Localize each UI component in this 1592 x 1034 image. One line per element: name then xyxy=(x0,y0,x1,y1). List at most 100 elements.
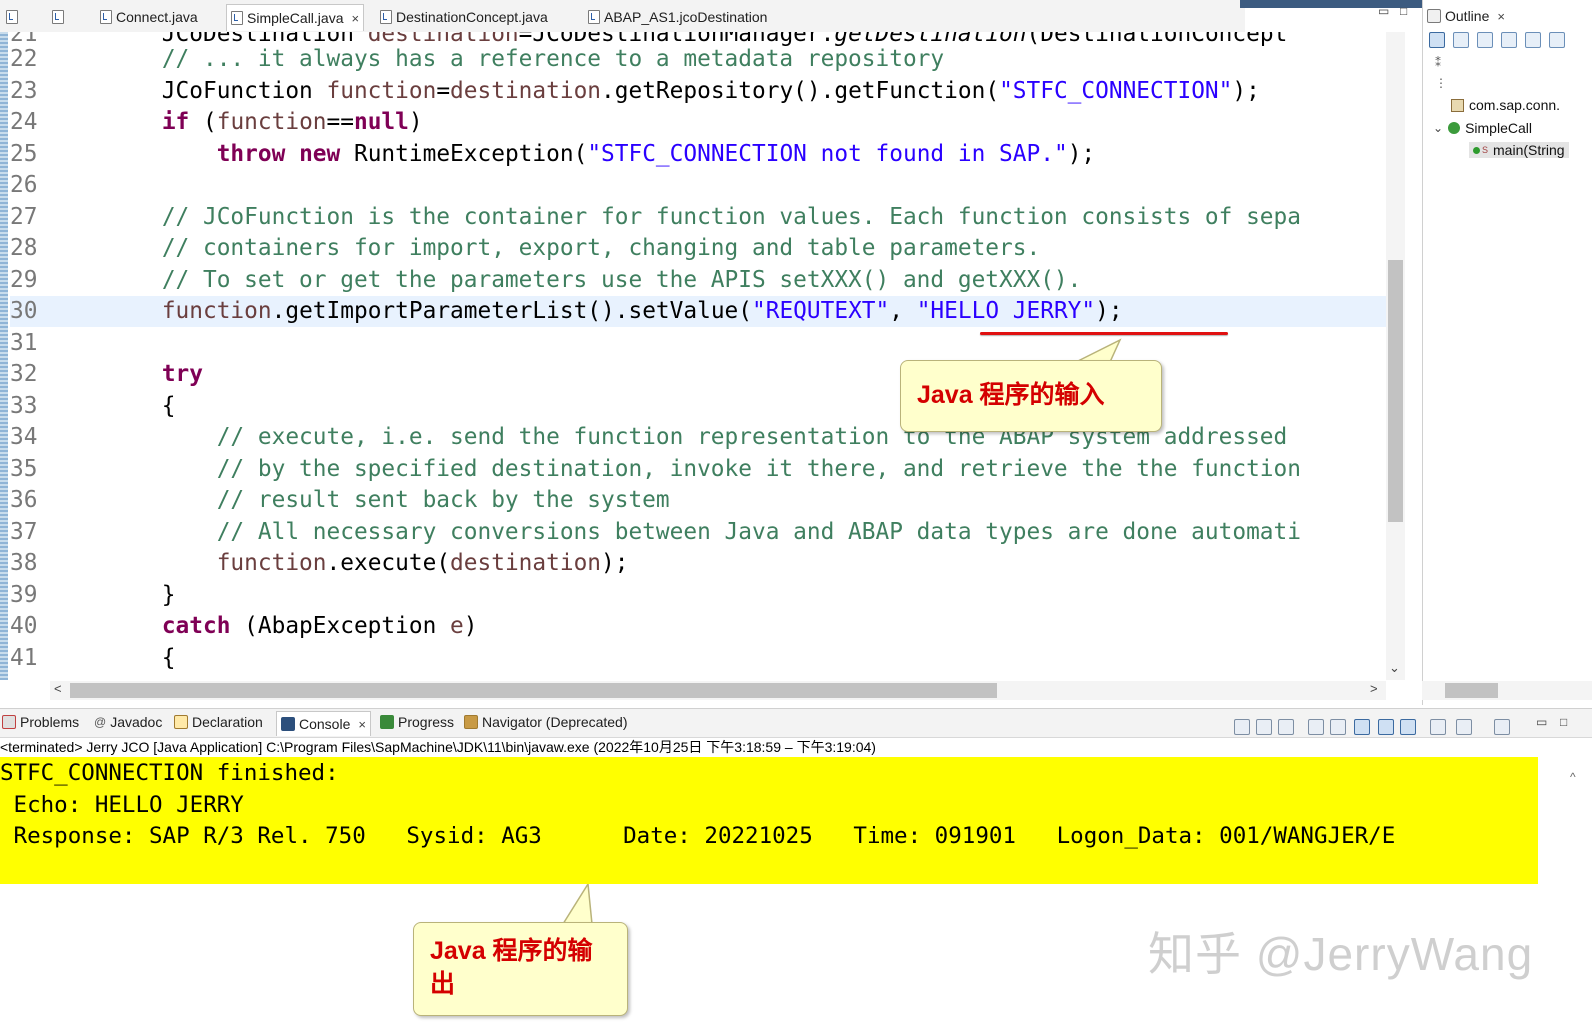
code-token: ); xyxy=(1067,140,1096,167)
code-token: ) xyxy=(408,109,423,135)
tab-navigator[interactable]: Navigator (Deprecated) xyxy=(464,714,628,730)
hide-static-icon[interactable] xyxy=(1525,32,1541,48)
close-icon[interactable]: × xyxy=(358,717,366,732)
line-number: 33 xyxy=(10,392,38,419)
scroll-left-arrow-icon[interactable]: < xyxy=(54,681,62,696)
code-line[interactable]: 28 // containers for import, export, cha… xyxy=(10,233,1390,264)
maximize-icon[interactable]: □ xyxy=(1400,4,1407,18)
scroll-right-arrow-icon[interactable]: > xyxy=(1370,681,1378,696)
remove-launch-icon[interactable] xyxy=(1256,719,1272,735)
tab-label: Connect.java xyxy=(116,9,198,25)
code-line[interactable]: 40 catch (AbapException e) xyxy=(10,611,1390,642)
clear-console-icon[interactable] xyxy=(1308,719,1324,735)
close-icon[interactable]: × xyxy=(351,11,359,26)
sort-by-visibility-icon[interactable] xyxy=(1477,32,1493,48)
destination-file-icon xyxy=(588,10,600,24)
line-number: 35 xyxy=(10,455,38,482)
display-selected-console-icon[interactable] xyxy=(1456,719,1472,735)
code-line[interactable]: 41 { xyxy=(10,643,1390,674)
code-token: .getImportParameterList().setValue( xyxy=(271,298,752,324)
scroll-lock-icon[interactable] xyxy=(1330,719,1346,735)
variable-token: function xyxy=(216,109,327,135)
outline-tab-label: Outline xyxy=(1445,8,1490,24)
code-token: RuntimeException( xyxy=(340,140,588,167)
link-with-editor-icon[interactable]: ⁑ xyxy=(1435,56,1441,70)
tab-declaration[interactable]: Declaration xyxy=(174,714,263,730)
maximize-icon[interactable]: □ xyxy=(1560,715,1567,729)
code-editor[interactable]: 21 JCoDestination destination=JCoDestina… xyxy=(0,32,1405,680)
tab-outline[interactable]: Outline × xyxy=(1427,4,1505,28)
code-line[interactable]: 32 try xyxy=(10,359,1390,390)
code-line[interactable]: 23 JCoFunction function=destination.getR… xyxy=(10,76,1390,107)
code-line[interactable]: 33 { xyxy=(10,391,1390,422)
tab-console[interactable]: Console × xyxy=(276,711,371,736)
hide-fields-icon[interactable] xyxy=(1501,32,1517,48)
line-number: 38 xyxy=(10,550,38,576)
tab-simplecall-java[interactable]: SimpleCall.java × xyxy=(226,4,365,31)
tab-unnamed-java[interactable] xyxy=(6,6,18,28)
code-line[interactable]: 29 // To set or get the parameters use t… xyxy=(10,265,1390,296)
outline-item-label: main(String xyxy=(1493,142,1565,158)
editor-horizontal-scroll-thumb[interactable] xyxy=(70,683,997,698)
comment-token: // by the specified destination, invoke … xyxy=(216,455,1301,482)
code-line[interactable]: 27 // JCoFunction is the container for f… xyxy=(10,202,1390,233)
tab-abap-destination[interactable]: ABAP_AS1.jcoDestination xyxy=(588,6,767,28)
remove-all-terminated-icon[interactable] xyxy=(1278,719,1294,735)
code-token: { xyxy=(52,644,176,671)
chevron-down-icon[interactable]: ⌄ xyxy=(1433,121,1443,135)
collapse-all-icon[interactable] xyxy=(1453,32,1469,48)
hide-non-public-icon[interactable] xyxy=(1549,32,1565,48)
package-icon xyxy=(1451,98,1464,112)
tab-problems[interactable]: Problems xyxy=(2,714,79,730)
code-line[interactable]: 24 if (function==null) xyxy=(10,107,1390,138)
output-callout: Java 程序的输 出 xyxy=(413,922,628,1016)
tab-destinationconcept-java[interactable]: DestinationConcept.java xyxy=(380,6,548,28)
code-line[interactable]: 25 throw new RuntimeException("STFC_CONN… xyxy=(10,139,1390,170)
show-console-on-output-icon[interactable] xyxy=(1378,719,1394,735)
outline-item-method[interactable]: S main(String xyxy=(1469,142,1569,158)
pin-console-icon[interactable] xyxy=(1430,719,1446,735)
code-line[interactable]: 36 // result sent back by the system xyxy=(10,485,1390,516)
word-wrap-icon[interactable] xyxy=(1354,719,1370,735)
close-icon[interactable]: × xyxy=(1497,9,1505,24)
tab-connect-java[interactable]: Connect.java xyxy=(100,6,198,28)
code-token: .execute( xyxy=(326,550,451,576)
outline-horizontal-scroll-thumb[interactable] xyxy=(1445,683,1498,698)
line-number: 32 xyxy=(10,361,38,387)
outline-item-package[interactable]: com.sap.conn. xyxy=(1451,97,1560,113)
minimize-icon[interactable]: ▭ xyxy=(1536,715,1547,729)
line-number: 41 xyxy=(10,644,38,671)
open-console-icon[interactable] xyxy=(1494,719,1510,735)
keyword-token: null xyxy=(353,109,409,135)
code-line[interactable]: 37 // All necessary conversions between … xyxy=(10,517,1390,548)
string-token: "HELLO JERRY" xyxy=(916,298,1096,324)
show-console-on-error-icon[interactable] xyxy=(1400,719,1416,735)
keyword-token: throw xyxy=(216,140,286,167)
code-line[interactable]: 39 } xyxy=(10,580,1390,611)
console-scroll-up-icon[interactable]: ^ xyxy=(1570,770,1576,784)
comment-token: // All necessary conversions between Jav… xyxy=(216,518,1301,545)
code-line[interactable]: 30 function.getImportParameterList().set… xyxy=(10,296,1390,327)
tab-unnamed-java-2[interactable] xyxy=(52,6,64,28)
view-menu-icon[interactable]: ⋮ xyxy=(1435,76,1447,90)
code-line[interactable]: 26 xyxy=(10,170,1390,201)
code-line[interactable]: 35 // by the specified destination, invo… xyxy=(10,454,1390,485)
tab-progress[interactable]: Progress xyxy=(380,714,454,730)
minimize-icon[interactable]: ▭ xyxy=(1378,4,1389,18)
terminate-icon[interactable] xyxy=(1234,719,1250,735)
scroll-down-arrow-icon[interactable]: ⌄ xyxy=(1389,660,1400,676)
code-line[interactable]: 38 function.execute(destination); xyxy=(10,548,1390,579)
tab-label: Navigator (Deprecated) xyxy=(482,714,628,730)
bottom-panel-tab-bar: Problems @ Javadoc Declaration Console ×… xyxy=(0,708,1592,738)
editor-vertical-scroll-thumb[interactable] xyxy=(1388,260,1403,522)
sort-icon[interactable] xyxy=(1429,32,1445,48)
tab-javadoc[interactable]: @ Javadoc xyxy=(94,714,162,730)
code-line[interactable]: 22 // ... it always has a reference to a… xyxy=(10,44,1390,75)
code-line[interactable]: 34 // execute, i.e. send the function re… xyxy=(10,422,1390,453)
code-token: ); xyxy=(601,550,629,576)
keyword-token: catch xyxy=(161,613,231,639)
outline-item-class[interactable]: ⌄ SimpleCall xyxy=(1433,120,1532,136)
